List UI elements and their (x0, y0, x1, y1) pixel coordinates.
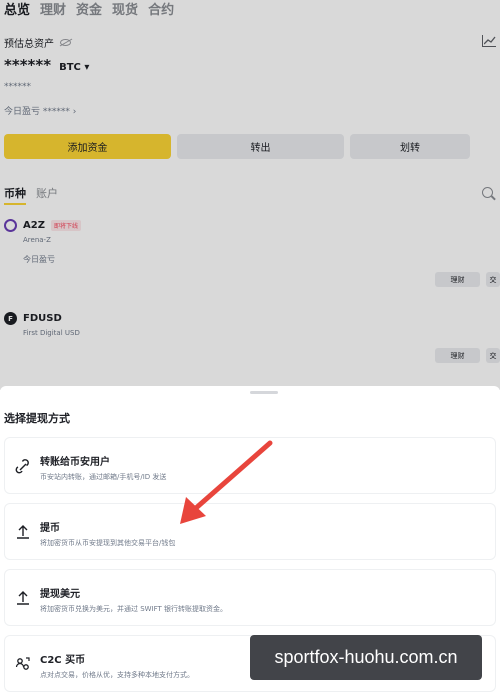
sheet-handle[interactable] (250, 391, 278, 394)
watermark: sportfox-huohu.com.cn (250, 635, 482, 680)
sheet-title: 选择提现方式 (4, 412, 70, 425)
upload-icon (17, 591, 29, 605)
p2p-icon (15, 657, 30, 670)
option-title: 提币 (40, 523, 60, 534)
transfer-user-icon (15, 459, 29, 474)
asset-page: 总览 理财 资金 现货 合约 预估总资产 ****** BTC ▾ ******… (0, 0, 500, 693)
option-title: 提现美元 (40, 589, 80, 600)
option-internal-transfer[interactable]: 转账给币安用户 币安站内转账，通过邮箱/手机号/ID 发送 (4, 437, 496, 494)
option-title: C2C 买币 (40, 655, 86, 666)
option-title: 转账给币安用户 (40, 457, 110, 468)
option-desc: 将加密货币从币安提现到其他交易平台/钱包 (40, 539, 176, 547)
option-desc: 点对点交易，价格从优，支持多种本地支付方式。 (40, 671, 194, 679)
option-desc: 币安站内转账，通过邮箱/手机号/ID 发送 (40, 473, 167, 481)
option-withdraw-usd[interactable]: 提现美元 将加密货币兑换为美元，并通过 SWIFT 银行转账提取资金。 (4, 569, 496, 626)
option-withdraw-crypto[interactable]: 提币 将加密货币从币安提现到其他交易平台/钱包 (4, 503, 496, 560)
option-desc: 将加密货币兑换为美元，并通过 SWIFT 银行转账提取资金。 (40, 605, 228, 613)
upload-icon (17, 525, 29, 539)
modal-overlay[interactable] (0, 0, 500, 390)
watermark-text: sportfox-huohu.com.cn (274, 647, 458, 667)
